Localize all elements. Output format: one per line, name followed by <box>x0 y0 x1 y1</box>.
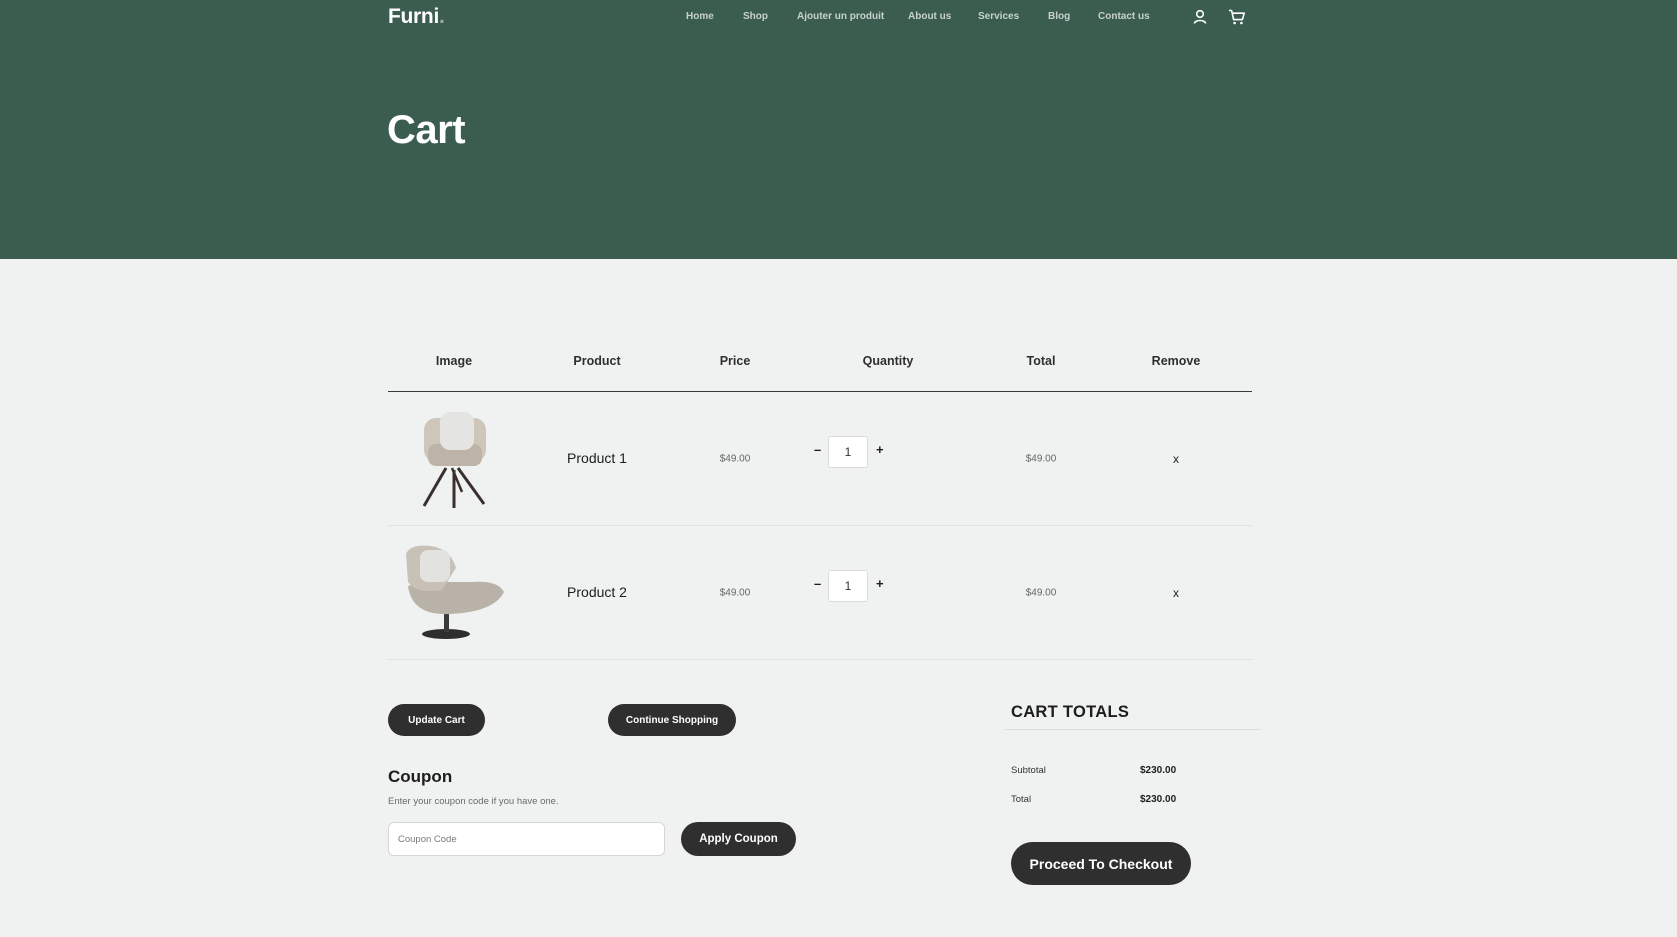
coupon-code-input[interactable] <box>388 822 665 856</box>
column-header-image: Image <box>435 354 473 368</box>
decrease-quantity-button[interactable]: – <box>814 576 821 591</box>
user-icon[interactable] <box>1191 8 1209 26</box>
column-header-product: Product <box>573 354 621 368</box>
product-image <box>406 545 504 639</box>
remove-item-button[interactable]: x <box>1173 586 1179 600</box>
increase-quantity-button[interactable]: + <box>876 576 884 591</box>
nav-contact-us[interactable]: Contact us <box>1098 11 1150 22</box>
quantity-stepper: – + <box>814 570 884 602</box>
product-total: $49.00 <box>1025 587 1057 599</box>
product-price: $49.00 <box>719 587 751 599</box>
subtotal-value: $230.00 <box>1140 765 1177 776</box>
page-header: Furni. Home Shop Ajouter un produit Abou… <box>0 0 1677 259</box>
total-label: Total <box>1011 794 1032 805</box>
coupon-title: Coupon <box>388 767 453 786</box>
cart-totals-title: CART TOTALS <box>1011 703 1130 721</box>
product-price: $49.00 <box>719 453 751 465</box>
column-header-quantity: Quantity <box>862 354 914 368</box>
product-name: Product 1 <box>567 450 627 466</box>
divider <box>1005 729 1261 730</box>
cart-icon[interactable] <box>1228 8 1246 26</box>
nav-home[interactable]: Home <box>686 11 714 22</box>
subtotal-label: Subtotal <box>1011 765 1046 776</box>
nav-blog[interactable]: Blog <box>1048 11 1070 22</box>
total-value: $230.00 <box>1140 794 1177 805</box>
quantity-stepper: – + <box>814 436 884 468</box>
table-row: Product 1 $49.00 – + $49.00 x <box>388 392 1252 526</box>
proceed-to-checkout-button[interactable]: Proceed To Checkout <box>1011 842 1191 885</box>
column-header-remove: Remove <box>1151 354 1201 368</box>
quantity-input[interactable] <box>828 570 868 602</box>
column-header-price: Price <box>719 354 751 368</box>
increase-quantity-button[interactable]: + <box>876 442 884 457</box>
continue-shopping-button[interactable]: Continue Shopping <box>608 704 736 736</box>
table-header: Image Product Price Quantity Total Remov… <box>388 344 1252 392</box>
nav-add-product[interactable]: Ajouter un produit <box>797 11 884 22</box>
nav-about-us[interactable]: About us <box>908 11 951 22</box>
column-header-total: Total <box>1026 354 1056 368</box>
nav-shop[interactable]: Shop <box>743 11 768 22</box>
product-total: $49.00 <box>1025 453 1057 465</box>
decrease-quantity-button[interactable]: – <box>814 442 821 457</box>
quantity-input[interactable] <box>828 436 868 468</box>
logo[interactable]: Furni. <box>388 5 445 29</box>
page-title: Cart <box>387 108 466 152</box>
nav-services[interactable]: Services <box>978 11 1019 22</box>
update-cart-button[interactable]: Update Cart <box>388 704 485 736</box>
cart-table: Image Product Price Quantity Total Remov… <box>388 344 1252 660</box>
coupon-help-text: Enter your coupon code if you have one. <box>388 796 559 807</box>
product-name: Product 2 <box>567 584 627 600</box>
remove-item-button[interactable]: x <box>1173 452 1179 466</box>
apply-coupon-button[interactable]: Apply Coupon <box>681 822 796 856</box>
product-image <box>422 412 486 508</box>
table-row: Product 2 $49.00 – + $49.00 x <box>388 526 1252 660</box>
